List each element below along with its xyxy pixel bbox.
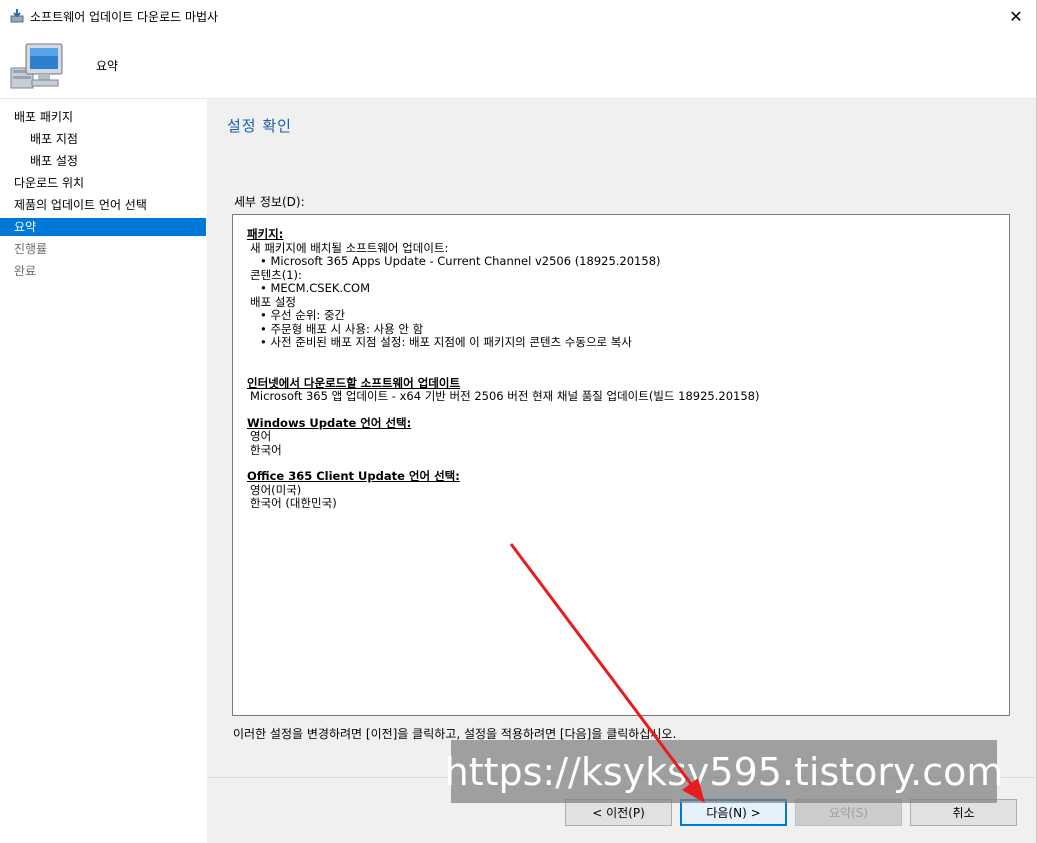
deploy-settings-label: 배포 설정: [250, 294, 296, 309]
cancel-button[interactable]: 취소: [910, 799, 1017, 826]
title-bar: 소프트웨어 업데이트 다운로드 마법사 ✕: [0, 0, 1037, 32]
nav-item-language-selection: 제품의 업데이트 언어 선택: [14, 198, 147, 212]
office365-language-1: 영어(미국): [250, 482, 302, 497]
details-label: 세부 정보(D):: [234, 195, 305, 209]
nav-item-completion: 완료: [14, 264, 37, 278]
next-button[interactable]: 다음(N) >: [680, 799, 787, 826]
deploy-priority-item: • 우선 순위: 중간: [260, 308, 346, 322]
previous-button[interactable]: < 이전(P): [565, 799, 672, 826]
nav-item-download-location: 다운로드 위치: [14, 176, 85, 190]
package-sub-label: 새 패키지에 배치될 소프트웨어 업데이트:: [250, 240, 449, 255]
wizard-navigation: 배포 패키지 배포 지점 배포 설정 다운로드 위치 제품의 업데이트 언어 선…: [0, 99, 206, 843]
summary-button[interactable]: 요약(S): [795, 799, 902, 826]
content-label: 콘텐츠(1):: [250, 267, 302, 282]
nav-item-deployment-package: 배포 패키지: [14, 110, 74, 124]
wizard-content: 설정 확인 세부 정보(D): 패키지: 새 패키지에 배치될 소프트웨어 업데…: [207, 99, 1037, 843]
wizard-header: 요약: [0, 32, 1037, 98]
deploy-prestaged-item: • 사전 준비된 배포 지점 설정: 배포 지점에 이 패키지의 콘텐츠 수동으…: [260, 335, 632, 349]
watermark-text: https://ksyksy595.tistory.com: [445, 740, 1003, 803]
content-item: • MECM.CSEK.COM: [260, 281, 371, 295]
office365-language-2: 한국어 (대한민국): [250, 496, 337, 510]
package-heading: 패키지:: [247, 227, 284, 241]
nav-item-progress: 진행률: [14, 242, 48, 256]
close-button[interactable]: ✕: [1005, 5, 1027, 27]
internet-download-item: Microsoft 365 앱 업데이트 - x64 기반 버전 2506 버전…: [250, 389, 760, 403]
nav-item-distribution-points: 배포 지점: [30, 132, 78, 146]
window-title: 소프트웨어 업데이트 다운로드 마법사: [30, 9, 219, 24]
office365-language-heading: Office 365 Client Update 언어 선택:: [247, 469, 460, 483]
windows-update-language-heading: Windows Update 언어 선택:: [247, 415, 412, 430]
wizard-app-icon: [10, 9, 24, 23]
nav-item-summary: 요약: [0, 218, 206, 236]
details-text-box[interactable]: 패키지: 새 패키지에 배치될 소프트웨어 업데이트: • Microsoft …: [232, 214, 1010, 716]
windows-update-language-1: 영어: [250, 429, 272, 443]
computer-icon: [10, 43, 63, 89]
close-icon: ✕: [1009, 6, 1023, 26]
deploy-on-demand-item: • 주문형 배포 시 사용: 사용 안 함: [260, 321, 424, 336]
header-title: 요약: [96, 59, 119, 73]
package-update-item: • Microsoft 365 Apps Update - Current Ch…: [260, 254, 661, 268]
internet-download-heading: 인터넷에서 다운로드할 소프트웨어 업데이트: [247, 375, 461, 390]
windows-update-language-2: 한국어: [250, 442, 282, 457]
nav-item-distribution-settings: 배포 설정: [30, 154, 78, 168]
section-title: 설정 확인: [227, 117, 292, 135]
